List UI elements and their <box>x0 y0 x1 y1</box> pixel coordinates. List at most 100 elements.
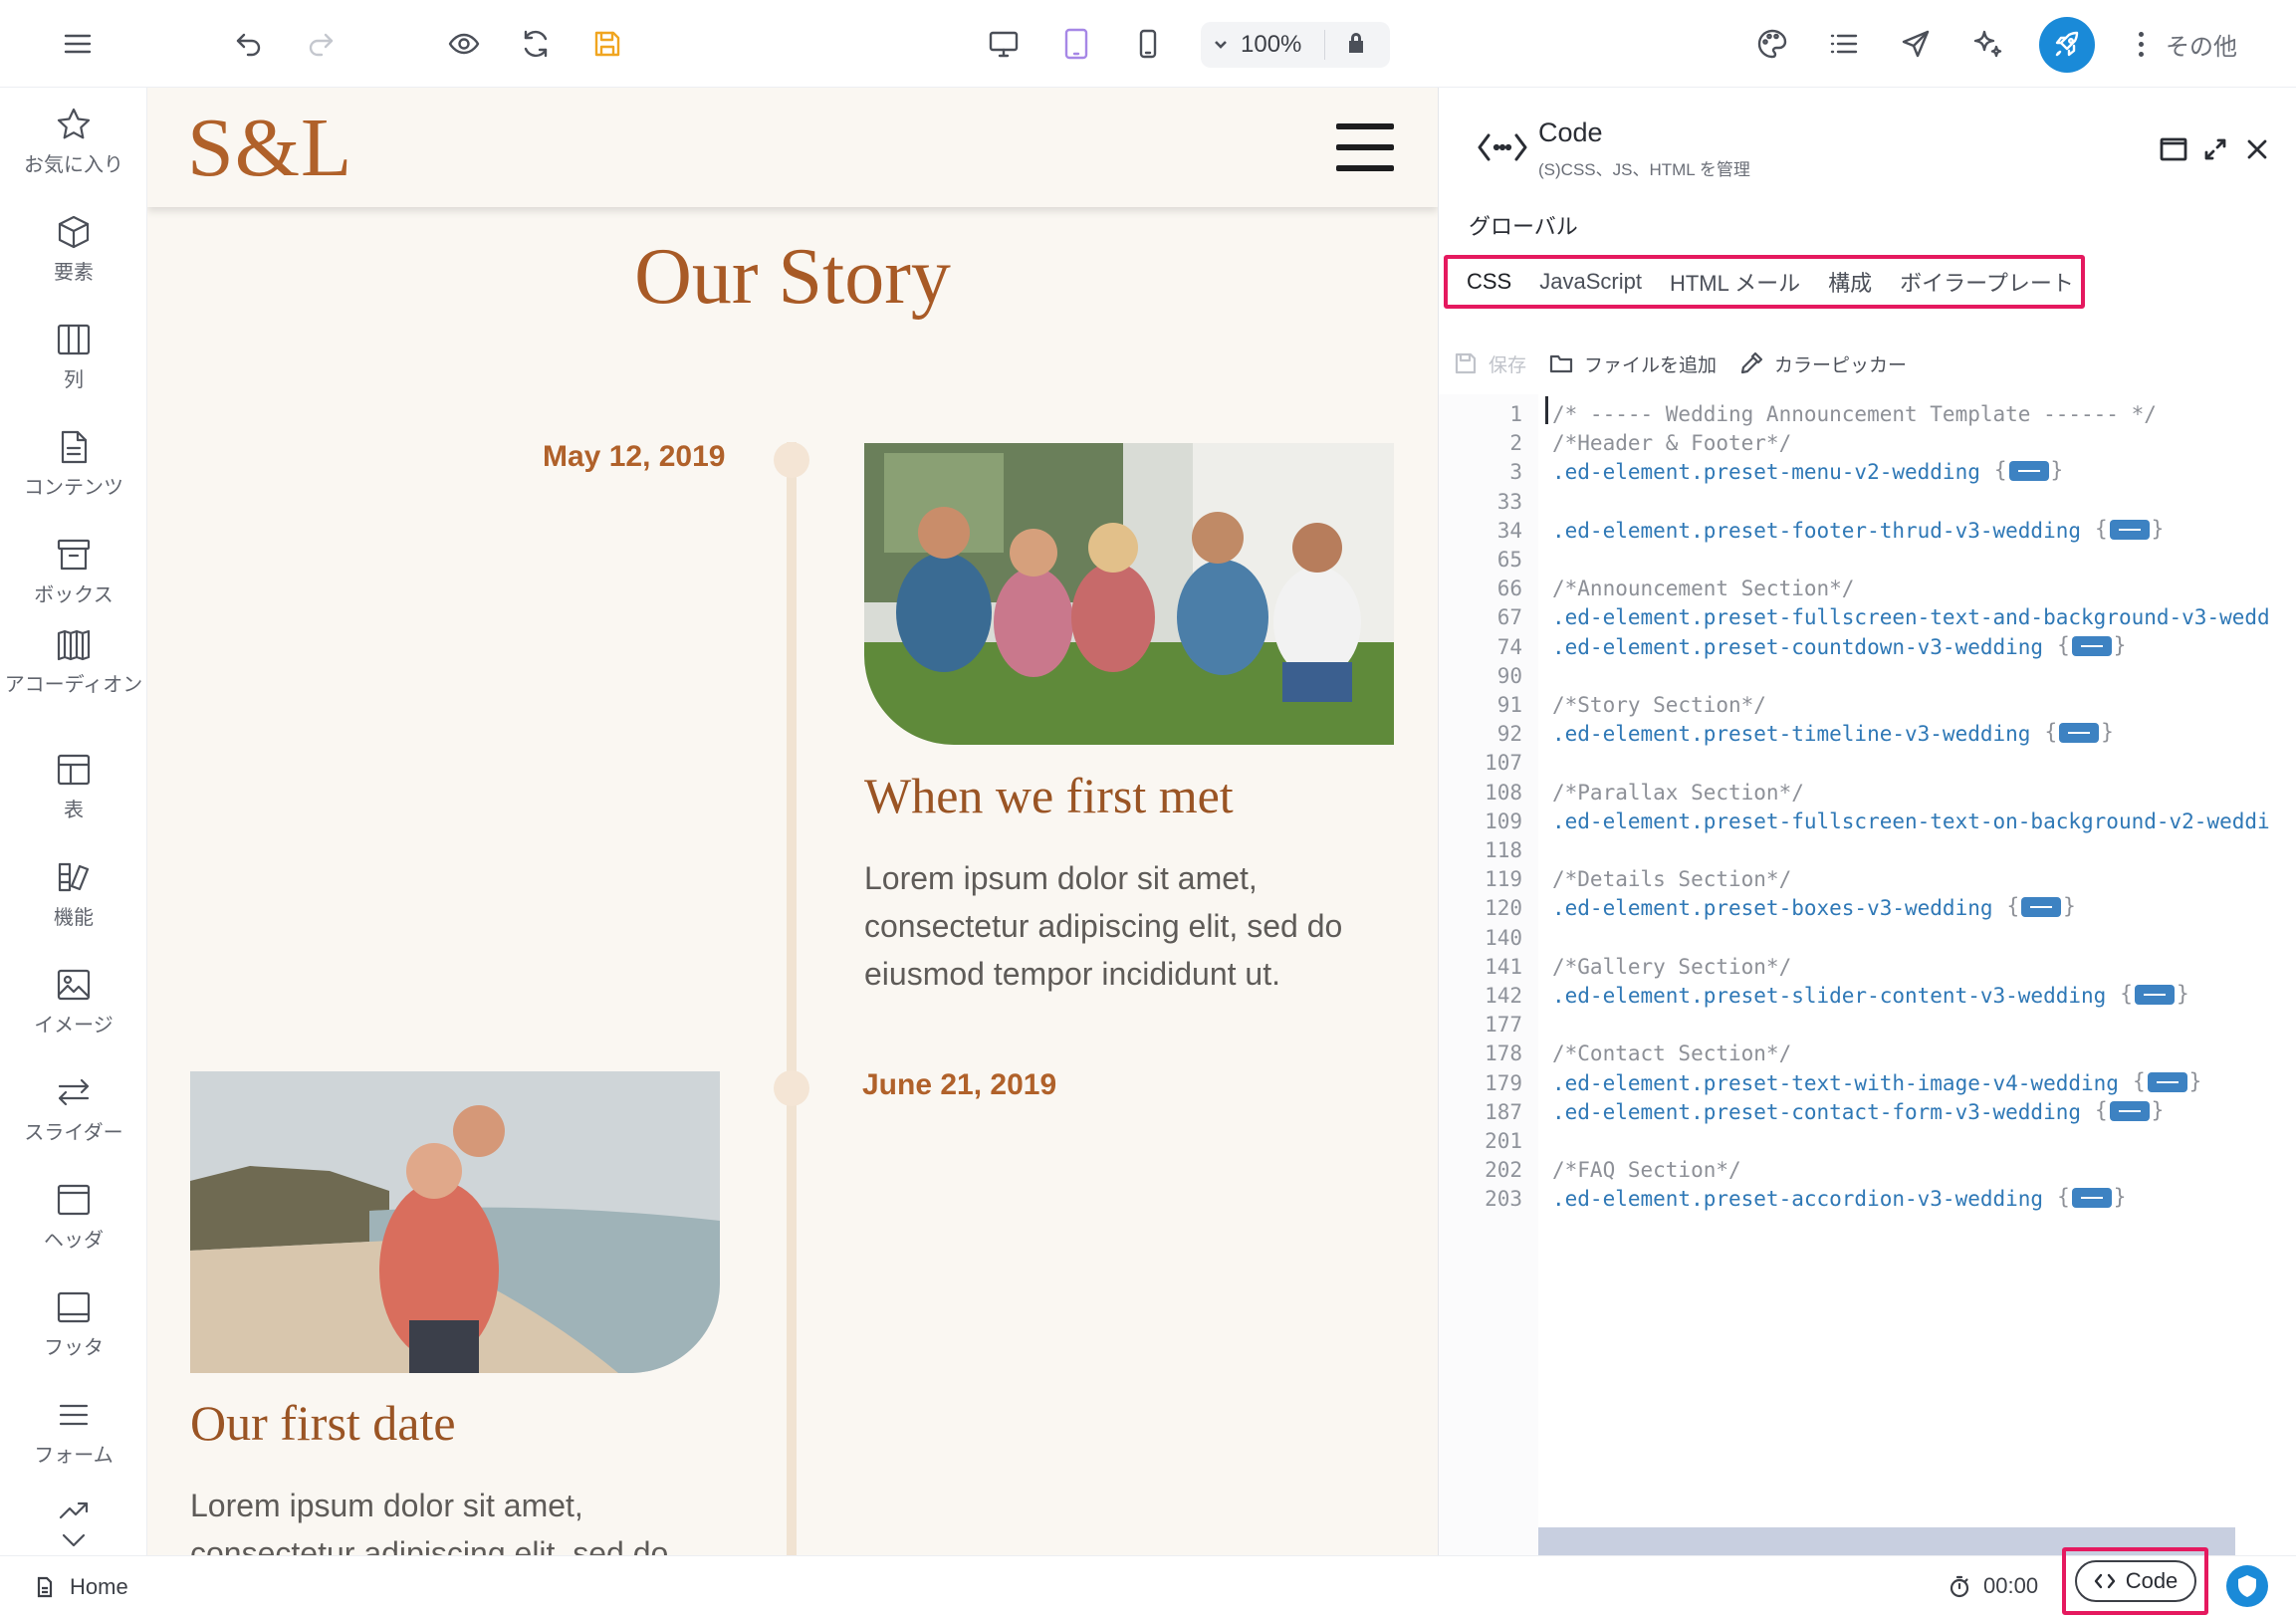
dock-window-icon[interactable] <box>2158 133 2189 165</box>
sidebar-item-header[interactable]: ヘッダ <box>0 1181 146 1255</box>
tab-css[interactable]: CSS <box>1467 269 1511 295</box>
code-line[interactable]: /*Parallax Section*/ <box>1552 781 1804 805</box>
line-number: 33 <box>1496 489 1522 514</box>
code-toolbar: 保存 ファイルを追加 カラーピッカー <box>1453 348 1929 378</box>
code-line[interactable]: .ed-element.preset-accordion-v3-wedding {… <box>1552 1185 2126 1212</box>
sidebar-item-label: ヘッダ <box>44 1230 104 1252</box>
sidebar-item-form[interactable]: フォーム <box>0 1396 146 1470</box>
code-line[interactable]: /*Gallery Section*/ <box>1552 955 1791 979</box>
folded-block-icon[interactable]: {} <box>1994 458 2063 482</box>
line-number: 120 <box>1485 896 1522 921</box>
refresh-icon[interactable] <box>510 18 562 70</box>
sidebar-item-favorites[interactable]: お気に入り <box>0 106 146 179</box>
code-panel-header: Code (S)CSS、JS、HTML を管理 <box>1439 88 2296 197</box>
menu-icon[interactable] <box>52 18 104 70</box>
folded-block-icon[interactable]: {} <box>2057 633 2126 657</box>
desktop-icon[interactable] <box>978 18 1030 70</box>
event-heading: Our first date <box>190 1395 456 1451</box>
hamburger-menu-icon[interactable] <box>1336 123 1394 171</box>
save-icon[interactable] <box>581 18 633 70</box>
expand-icon[interactable] <box>2199 133 2231 165</box>
line-number: 2 <box>1509 431 1522 456</box>
code-line[interactable]: .ed-element.preset-menu-v2-wedding {} <box>1552 458 2063 485</box>
timer: 00:00 <box>1948 1573 2038 1599</box>
code-line[interactable]: .ed-element.preset-fullscreen-text-and-b… <box>1552 605 2270 629</box>
sparkle-icon[interactable] <box>1961 18 2013 70</box>
sidebar-item-label: ボックス <box>34 584 114 606</box>
folded-block-icon[interactable]: {} <box>2133 1069 2201 1093</box>
folded-block-icon[interactable]: {} <box>2120 982 2188 1006</box>
code-button[interactable]: Code <box>2075 1560 2196 1602</box>
code-panel-title: Code <box>1538 117 1603 147</box>
line-number: 65 <box>1496 548 1522 572</box>
more-menu-button[interactable]: その他 <box>2139 20 2237 68</box>
line-number: 108 <box>1485 780 1522 805</box>
tab-config[interactable]: 構成 <box>1828 266 1872 298</box>
code-line[interactable]: /* ----- Wedding Announcement Template -… <box>1552 402 2157 426</box>
code-line[interactable]: /*FAQ Section*/ <box>1552 1158 1741 1182</box>
line-number: 107 <box>1485 751 1522 776</box>
code-line[interactable]: .ed-element.preset-text-with-image-v4-we… <box>1552 1069 2201 1096</box>
code-line[interactable]: .ed-element.preset-boxes-v3-wedding {} <box>1552 894 2076 921</box>
sidebar-item-features[interactable]: 機能 <box>0 858 146 932</box>
code-line[interactable]: .ed-element.preset-fullscreen-text-on-ba… <box>1552 809 2270 833</box>
tab-javascript[interactable]: JavaScript <box>1539 269 1642 295</box>
code-line[interactable]: .ed-element.preset-footer-thrud-v3-weddi… <box>1552 517 2164 544</box>
line-number: 109 <box>1485 808 1522 833</box>
sidebar-item-content[interactable]: コンテンツ <box>0 428 146 502</box>
sidebar-item-label: フッタ <box>44 1337 104 1359</box>
sidebar-item-image[interactable]: イメージ <box>0 966 146 1040</box>
mobile-icon[interactable] <box>1122 18 1174 70</box>
folded-block-icon[interactable]: {} <box>2057 1185 2126 1209</box>
code-line[interactable]: /*Details Section*/ <box>1552 867 1791 891</box>
eye-icon[interactable] <box>438 18 490 70</box>
folded-block-icon[interactable]: {} <box>2095 517 2164 541</box>
sidebar-item-columns[interactable]: 列 <box>0 321 146 394</box>
sidebar-item-accordion[interactable]: アコーディオン <box>0 625 146 699</box>
sidebar-item-slider[interactable]: スライダー <box>0 1073 146 1147</box>
code-line[interactable]: .ed-element.preset-contact-form-v3-weddi… <box>1552 1098 2164 1125</box>
zoom-control[interactable]: 100% <box>1201 22 1390 68</box>
rocket-icon[interactable] <box>2039 17 2095 73</box>
code-line[interactable]: .ed-element.preset-timeline-v3-wedding {} <box>1552 720 2114 747</box>
couple-photo <box>190 1071 720 1373</box>
code-line[interactable]: .ed-element.preset-slider-content-v3-wed… <box>1552 982 2189 1009</box>
sidebar-item-boxes[interactable]: ボックス <box>0 536 146 609</box>
sidebar-scroll-more[interactable] <box>0 1492 146 1555</box>
folded-block-icon[interactable]: {} <box>2007 894 2076 918</box>
site-logo[interactable]: S&L <box>187 100 352 196</box>
preview-canvas[interactable]: S&L Our Story May 12, 2019 When we first… <box>147 88 1438 1555</box>
line-number: 3 <box>1509 460 1522 485</box>
folded-block-icon[interactable]: {} <box>2044 720 2113 744</box>
event-text: Lorem ipsum dolor sit amet, consectetur … <box>190 1488 669 1555</box>
redo-icon[interactable] <box>295 18 346 70</box>
palette-icon[interactable] <box>1746 18 1798 70</box>
sidebar-item-label: お気に入り <box>24 154 123 176</box>
lock-icon[interactable] <box>1343 30 1369 61</box>
code-line[interactable]: .ed-element.preset-countdown-v3-wedding {… <box>1552 633 2126 660</box>
chevron-down-icon[interactable] <box>1201 34 1241 56</box>
code-line[interactable]: /*Announcement Section*/ <box>1552 577 1854 600</box>
folded-block-icon[interactable]: {} <box>2095 1098 2164 1122</box>
shield-icon[interactable] <box>2226 1565 2268 1607</box>
current-page[interactable]: Home <box>34 1574 128 1600</box>
color-picker-button[interactable]: カラーピッカー <box>1738 350 1907 377</box>
code-line[interactable]: /*Contact Section*/ <box>1552 1041 1791 1065</box>
close-icon[interactable] <box>2241 133 2273 165</box>
sidebar-item-table[interactable]: 表 <box>0 751 146 824</box>
save-file-button[interactable]: 保存 <box>1453 350 1526 377</box>
tab-boilerplate[interactable]: ボイラープレート <box>1900 266 2074 298</box>
code-line[interactable]: /*Story Section*/ <box>1552 693 1766 717</box>
send-icon[interactable] <box>1890 18 1942 70</box>
list-icon[interactable] <box>1818 18 1870 70</box>
element-sidebar: お気に入り 要素 列 コンテンツ ボックス アコーディオン 表 機能 イメージ … <box>0 88 147 1555</box>
timeline-dot <box>774 442 809 478</box>
sidebar-item-footer[interactable]: フッタ <box>0 1288 146 1362</box>
undo-icon[interactable] <box>223 18 275 70</box>
tab-html-mail[interactable]: HTML メール <box>1670 266 1800 298</box>
css-code-editor[interactable]: /* ----- Wedding Announcement Template -… <box>1538 394 2296 1555</box>
add-file-button[interactable]: ファイルを追加 <box>1548 350 1717 377</box>
tablet-icon[interactable] <box>1050 18 1102 70</box>
sidebar-item-elements[interactable]: 要素 <box>0 213 146 287</box>
code-line[interactable]: /*Header & Footer*/ <box>1552 431 1791 455</box>
